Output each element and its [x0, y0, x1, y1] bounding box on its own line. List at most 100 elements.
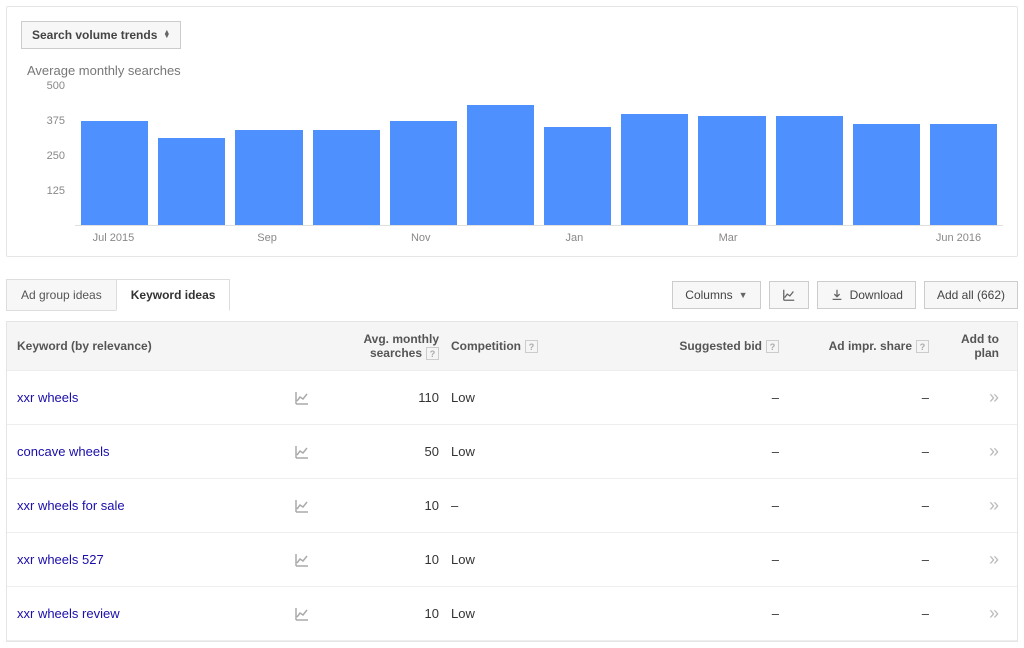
cell-bid: – [587, 498, 787, 513]
row-chart-icon[interactable] [287, 498, 317, 514]
x-tick: Sep [229, 232, 306, 246]
chart-bar[interactable] [544, 127, 611, 225]
header-add: Add to plan [937, 332, 1017, 360]
row-chart-icon[interactable] [287, 552, 317, 568]
help-icon[interactable]: ? [525, 340, 538, 353]
add-to-plan-button[interactable]: » [937, 495, 1017, 516]
cell-competition: Low [447, 444, 587, 459]
cell-competition: Low [447, 606, 587, 621]
tabs: Ad group ideas Keyword ideas [6, 279, 230, 311]
cell-keyword[interactable]: concave wheels [7, 444, 287, 459]
table-row: xxr wheels 52710Low––» [7, 533, 1017, 587]
cell-impr: – [787, 498, 937, 513]
x-tick [459, 232, 536, 246]
chart-toggle-button[interactable] [769, 281, 809, 309]
chart-plot [75, 86, 1003, 226]
table-row: xxr wheels for sale10–––» [7, 479, 1017, 533]
chart-bar[interactable] [467, 105, 534, 225]
x-tick: Jun 2016 [920, 232, 997, 246]
cell-competition: Low [447, 552, 587, 567]
x-axis: Jul 2015 Sep Nov Jan Mar Jun 2016 [21, 232, 1003, 246]
chart-bar[interactable] [853, 124, 920, 225]
download-button[interactable]: Download [817, 281, 916, 309]
header-competition[interactable]: Competition? [447, 339, 587, 353]
columns-label: Columns [685, 288, 732, 302]
dropdown-label: Search volume trends [32, 28, 157, 42]
cell-impr: – [787, 606, 937, 621]
chart-card: Search volume trends ▲▼ Average monthly … [6, 6, 1018, 257]
chart-bar[interactable] [313, 130, 380, 225]
y-tick: 375 [47, 115, 65, 127]
help-icon[interactable]: ? [916, 340, 929, 353]
chart-bar[interactable] [621, 114, 688, 225]
tab-keyword-ideas[interactable]: Keyword ideas [116, 279, 231, 311]
add-to-plan-button[interactable]: » [937, 603, 1017, 624]
header-bid[interactable]: Suggested bid? [587, 339, 787, 353]
cell-bid: – [587, 444, 787, 459]
cell-searches: 10 [317, 606, 447, 621]
cell-bid: – [587, 606, 787, 621]
cell-keyword[interactable]: xxr wheels review [7, 606, 287, 621]
x-tick: Jul 2015 [75, 232, 152, 246]
x-tick [613, 232, 690, 246]
add-to-plan-button[interactable]: » [937, 549, 1017, 570]
header-searches[interactable]: Avg. monthly searches? [317, 332, 447, 360]
download-label: Download [850, 288, 903, 302]
header-keyword[interactable]: Keyword (by relevance) [7, 339, 287, 353]
cell-impr: – [787, 552, 937, 567]
cell-keyword[interactable]: xxr wheels [7, 390, 287, 405]
chart-icon [782, 288, 796, 302]
chart-bar[interactable] [390, 121, 457, 225]
row-chart-icon[interactable] [287, 390, 317, 406]
chart-bar[interactable] [158, 138, 225, 225]
cell-searches: 10 [317, 552, 447, 567]
table-row: concave wheels50Low––» [7, 425, 1017, 479]
columns-button[interactable]: Columns ▼ [672, 281, 760, 309]
keyword-table: Keyword (by relevance) Avg. monthly sear… [6, 321, 1018, 642]
cell-keyword[interactable]: xxr wheels for sale [7, 498, 287, 513]
chart-bar[interactable] [235, 130, 302, 225]
cell-searches: 10 [317, 498, 447, 513]
cell-competition: – [447, 498, 587, 513]
x-tick [843, 232, 920, 246]
x-tick: Mar [690, 232, 767, 246]
chart-area: 500375250125 [21, 86, 1003, 226]
y-axis: 500375250125 [21, 86, 69, 226]
volume-trends-dropdown[interactable]: Search volume trends ▲▼ [21, 21, 181, 49]
add-to-plan-button[interactable]: » [937, 387, 1017, 408]
chart-bar[interactable] [698, 116, 765, 225]
row-chart-icon[interactable] [287, 444, 317, 460]
help-icon[interactable]: ? [766, 340, 779, 353]
cell-keyword[interactable]: xxr wheels 527 [7, 552, 287, 567]
caret-down-icon: ▼ [739, 290, 748, 300]
help-icon[interactable]: ? [426, 347, 439, 360]
cell-impr: – [787, 390, 937, 405]
table-header: Keyword (by relevance) Avg. monthly sear… [7, 322, 1017, 371]
tab-ad-group-ideas[interactable]: Ad group ideas [6, 279, 116, 311]
y-tick: 500 [47, 80, 65, 92]
chart-bar[interactable] [930, 124, 997, 225]
chart-bar[interactable] [81, 121, 148, 225]
row-chart-icon[interactable] [287, 606, 317, 622]
sort-icon: ▲▼ [163, 31, 170, 39]
add-all-button[interactable]: Add all (662) [924, 281, 1018, 309]
x-tick [766, 232, 843, 246]
x-tick: Nov [382, 232, 459, 246]
chart-subtitle: Average monthly searches [27, 63, 1003, 78]
chart-bar[interactable] [776, 116, 843, 225]
toolbar-row: Ad group ideas Keyword ideas Columns ▼ D… [6, 279, 1018, 311]
download-icon [830, 288, 844, 302]
table-row: xxr wheels110Low––» [7, 371, 1017, 425]
y-tick: 125 [47, 185, 65, 197]
cell-impr: – [787, 444, 937, 459]
add-to-plan-button[interactable]: » [937, 441, 1017, 462]
cell-searches: 110 [317, 390, 447, 405]
cell-searches: 50 [317, 444, 447, 459]
cell-bid: – [587, 390, 787, 405]
header-impr[interactable]: Ad impr. share? [787, 339, 937, 353]
x-tick [152, 232, 229, 246]
table-row: xxr wheels review10Low––» [7, 587, 1017, 641]
cell-bid: – [587, 552, 787, 567]
x-tick: Jan [536, 232, 613, 246]
x-tick [305, 232, 382, 246]
